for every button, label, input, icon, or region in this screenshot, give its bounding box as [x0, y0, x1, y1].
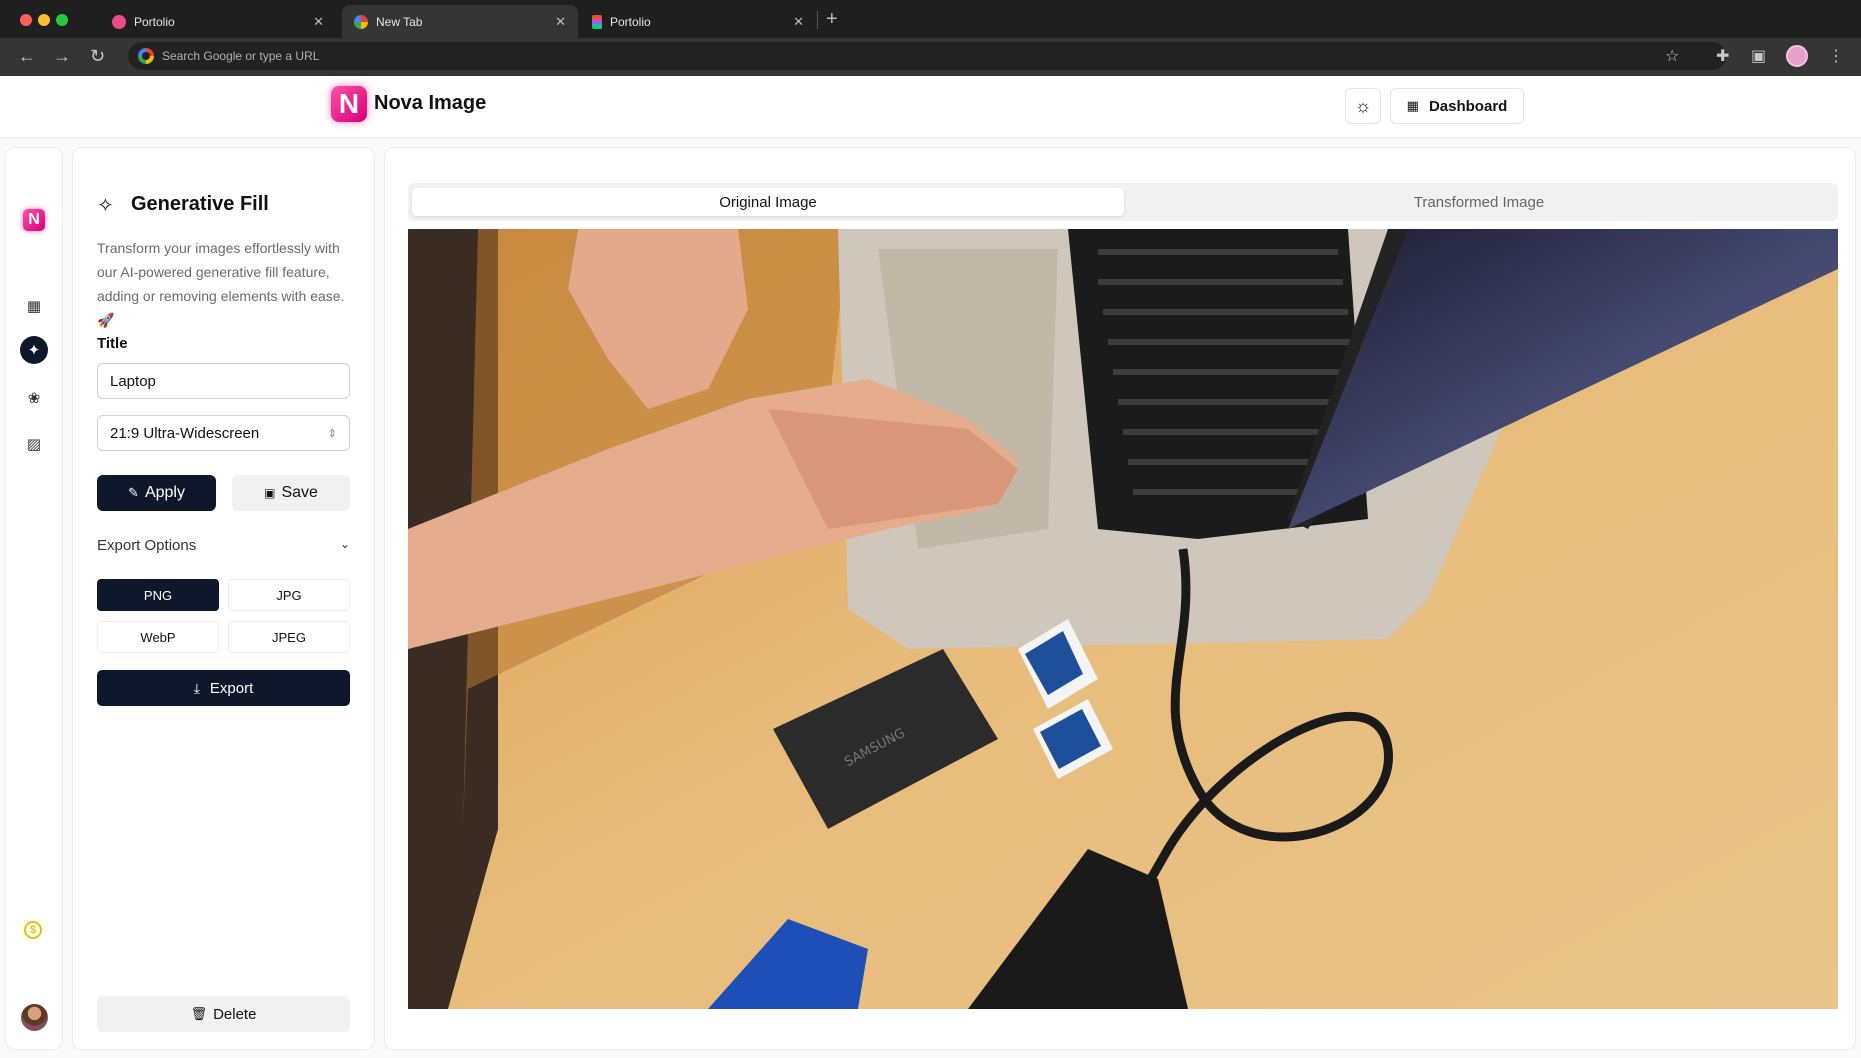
trash-icon: 🗑: [190, 1006, 208, 1021]
panel-description: Transform your images effortlessly with …: [97, 240, 345, 328]
save-icon: ▣: [264, 486, 276, 500]
sparkles-icon: ✦: [27, 342, 41, 359]
app-name: Nova Image: [374, 92, 487, 114]
extensions-icon[interactable]: ✚: [1716, 46, 1729, 66]
coin-icon[interactable]: $: [24, 921, 42, 939]
back-icon[interactable]: ←: [18, 46, 36, 66]
close-icon[interactable]: ✕: [555, 14, 566, 30]
close-icon[interactable]: ✕: [793, 14, 804, 30]
sparkles-icon: ✧: [97, 195, 114, 217]
new-tab-icon[interactable]: +: [826, 8, 838, 31]
aspect-ratio-value: 21:9 Ultra-Widescreen: [110, 424, 260, 442]
grid-icon: ▦: [1406, 98, 1419, 113]
paint-brush-icon: ✎: [128, 485, 139, 500]
sidebar-item-generative-fill[interactable]: ✦: [20, 336, 48, 364]
browser-tab[interactable]: Portolio ✕: [100, 5, 336, 38]
tab-title: Portolio: [134, 14, 175, 29]
apply-button[interactable]: ✎ Apply: [97, 475, 216, 511]
sidebar-item-grid[interactable]: ▦: [20, 292, 48, 320]
forward-icon[interactable]: →: [53, 46, 71, 66]
figma-icon: [592, 14, 602, 29]
chevron-up-down-icon: ⇕: [327, 427, 337, 440]
side-panel-icon[interactable]: ▣: [1751, 46, 1766, 66]
grid-icon: ▦: [26, 298, 42, 315]
format-option-jpg[interactable]: JPG: [228, 579, 350, 611]
user-avatar[interactable]: [21, 1004, 48, 1031]
save-button[interactable]: ▣ Save: [232, 475, 350, 511]
export-options-label: Export Options: [97, 537, 197, 554]
bookmark-star-icon[interactable]: ☆: [1665, 46, 1679, 66]
dashboard-button[interactable]: ▦ Dashboard: [1390, 88, 1524, 124]
browser-tab-active[interactable]: New Tab ✕: [342, 5, 578, 38]
google-icon: [354, 14, 368, 29]
minimize-window-button[interactable]: [38, 14, 50, 26]
tab-divider: [817, 11, 818, 29]
tab-transformed-image[interactable]: Transformed Image: [1124, 188, 1834, 216]
save-label: Save: [281, 484, 318, 501]
close-icon[interactable]: ✕: [313, 14, 324, 30]
google-icon: [138, 48, 154, 64]
app-logo[interactable]: N: [331, 86, 367, 122]
tab-title: New Tab: [376, 14, 423, 29]
theme-toggle-button[interactable]: ☼: [1345, 88, 1381, 124]
aspect-ratio-select[interactable]: 21:9 Ultra-Widescreen ⇕: [97, 415, 350, 451]
download-icon: ⤓: [193, 679, 200, 696]
address-bar-placeholder: Search Google or type a URL: [162, 49, 320, 63]
panel-title: Generative Fill: [131, 193, 269, 215]
browser-tab[interactable]: Portolio ✕: [580, 5, 816, 38]
format-option-png[interactable]: PNG: [97, 579, 219, 611]
rail-logo[interactable]: N: [23, 209, 45, 231]
layers-icon: ❀: [27, 390, 41, 407]
format-option-jpeg[interactable]: JPEG: [228, 621, 350, 653]
export-button[interactable]: ⤓ Export: [97, 670, 350, 706]
dribbble-icon: [112, 14, 126, 29]
delete-label: Delete: [213, 1005, 257, 1023]
delete-button[interactable]: 🗑 Delete: [97, 996, 350, 1032]
reload-icon[interactable]: ↻: [90, 46, 105, 66]
dashboard-label: Dashboard: [1428, 97, 1508, 115]
sidebar-item-layers[interactable]: ❀: [20, 384, 48, 412]
title-input[interactable]: [97, 363, 350, 399]
export-options-toggle[interactable]: Export Options ⌄: [97, 537, 350, 554]
tab-original-image[interactable]: Original Image: [412, 188, 1124, 216]
close-window-button[interactable]: [20, 14, 32, 26]
tab-title: Portolio: [610, 14, 651, 29]
export-label: Export: [209, 679, 254, 697]
title-label: Title: [97, 335, 128, 352]
maximize-window-button[interactable]: [56, 14, 68, 26]
photo-illustration: SAMSUNG: [408, 229, 1838, 1009]
address-bar[interactable]: [128, 42, 1726, 70]
stripes-icon: ▨: [26, 436, 42, 453]
apply-label: Apply: [144, 484, 185, 501]
chevron-down-icon: ⌄: [339, 537, 350, 551]
sun-icon: ☼: [1354, 95, 1372, 116]
profile-avatar[interactable]: [1786, 45, 1808, 67]
app-header: [0, 76, 1861, 138]
sidebar-rail: [5, 147, 63, 1050]
menu-kebab-icon[interactable]: ⋮: [1828, 46, 1844, 66]
sidebar-item-stripes[interactable]: ▨: [20, 430, 48, 458]
original-image: SAMSUNG: [408, 229, 1838, 1009]
format-option-webp[interactable]: WebP: [97, 621, 219, 653]
